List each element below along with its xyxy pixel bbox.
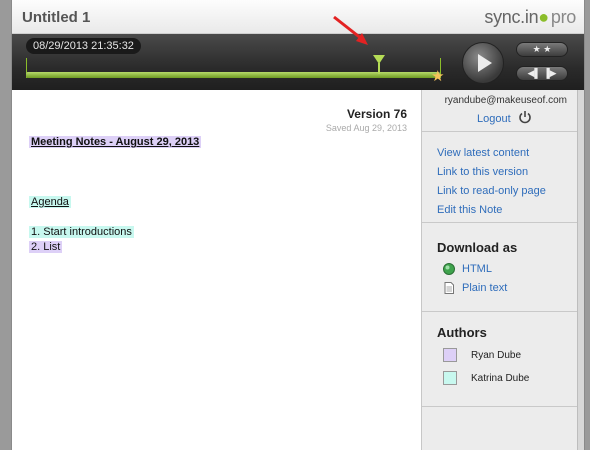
note-heading: Meeting Notes - August 29, 2013 xyxy=(29,136,202,148)
authors-section: Authors Ryan Dube Katrina Dube xyxy=(422,312,578,407)
authors-heading: Authors xyxy=(437,325,487,340)
note-item-1: 1. Start introductions xyxy=(29,226,134,238)
author-name: Ryan Dube xyxy=(471,350,522,361)
download-html-link[interactable]: HTML xyxy=(462,263,492,275)
links-section: View latest content Link to this version… xyxy=(422,132,578,223)
view-latest-link[interactable]: View latest content xyxy=(437,147,529,159)
star-nav-label: ★ ★ xyxy=(532,44,552,54)
favorite-star-icon[interactable]: ★ xyxy=(431,67,444,85)
account-section: ryandube@makeuseof.com Logout xyxy=(422,90,578,132)
html-globe-icon xyxy=(443,263,455,275)
sidebar: ryandube@makeuseof.com Logout View lates… xyxy=(421,90,578,450)
timeline-timestamp: 08/29/2013 21:35:32 xyxy=(26,38,141,54)
user-email: ryandube@makeuseof.com xyxy=(444,95,567,106)
brand-name: sync.in xyxy=(484,7,539,27)
note-item-2: 2. List xyxy=(29,241,63,253)
play-icon xyxy=(478,54,492,72)
brand-suffix: pro xyxy=(550,7,576,27)
timeline-bar: 08/29/2013 21:35:32 ★ ★ ★ ◀▌ ▐▶ xyxy=(12,34,584,90)
logout-link[interactable]: Logout xyxy=(477,113,511,125)
author-color-swatch xyxy=(443,371,457,385)
document-icon xyxy=(444,282,454,294)
download-section: Download as HTML Plain text xyxy=(422,223,578,312)
red-arrow-annotation xyxy=(333,15,368,45)
link-to-readonly[interactable]: Link to read-only page xyxy=(437,185,546,197)
star-navigation-button[interactable]: ★ ★ xyxy=(516,42,568,57)
edit-note-link[interactable]: Edit this Note xyxy=(437,204,502,216)
author-name: Katrina Dube xyxy=(471,373,530,384)
note-editor[interactable]: Version 76 Saved Aug 29, 2013 Meeting No… xyxy=(12,90,421,450)
power-icon[interactable] xyxy=(518,110,532,124)
brand-dot: ● xyxy=(538,7,549,27)
author-color-swatch xyxy=(443,348,457,362)
version-label: Version 76 xyxy=(346,107,407,121)
download-heading: Download as xyxy=(437,240,518,255)
brand-logo: sync.in● pro xyxy=(484,7,576,28)
link-to-version[interactable]: Link to this version xyxy=(437,166,528,178)
timeline-slider-stem xyxy=(378,63,380,74)
title-bar: Untitled 1 sync.in● pro xyxy=(12,0,584,34)
right-scroll-edge xyxy=(577,90,584,450)
saved-timestamp: Saved Aug 29, 2013 xyxy=(325,123,407,133)
app-window: Untitled 1 sync.in● pro 08/29/2013 21:35:… xyxy=(11,0,585,450)
document-title: Untitled 1 xyxy=(22,9,91,26)
note-agenda: Agenda xyxy=(29,196,71,208)
download-plain-text-link[interactable]: Plain text xyxy=(462,282,507,294)
play-button[interactable] xyxy=(462,42,504,84)
step-navigation-button[interactable]: ◀▌ ▐▶ xyxy=(516,66,568,81)
step-nav-label: ◀▌ ▐▶ xyxy=(527,68,557,78)
